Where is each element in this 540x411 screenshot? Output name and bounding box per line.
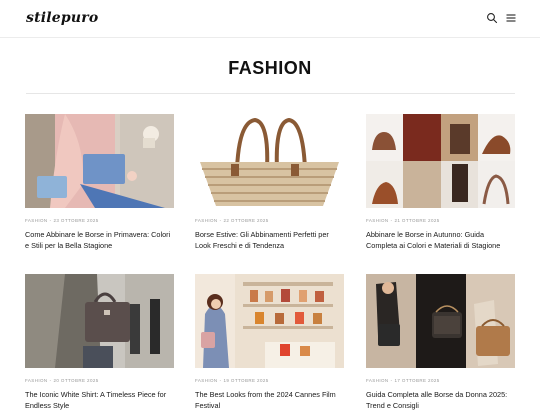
article-meta: FASHION -23 OTTOBRE 2025 bbox=[25, 218, 99, 223]
article-image[interactable] bbox=[25, 114, 174, 208]
article-image[interactable] bbox=[195, 274, 344, 368]
article-meta: FASHION -17 OTTOBRE 2025 bbox=[366, 378, 440, 383]
search-icon[interactable] bbox=[486, 12, 498, 24]
article-title[interactable]: The Iconic White Shirt: A Timeless Piece… bbox=[25, 389, 174, 411]
article-date: 21 OTTOBRE 2025 bbox=[394, 218, 440, 223]
article-date: 20 OTTOBRE 2025 bbox=[53, 378, 99, 383]
article-image[interactable] bbox=[366, 274, 515, 368]
article-title[interactable]: Come Abbinare le Borse in Primavera: Col… bbox=[25, 229, 174, 251]
article-category[interactable]: FASHION bbox=[25, 218, 48, 223]
article-meta: FASHION -22 OTTOBRE 2025 bbox=[195, 218, 269, 223]
article-meta: FASHION -21 OTTOBRE 2025 bbox=[366, 218, 440, 223]
article-image[interactable] bbox=[25, 274, 174, 368]
article-card[interactable]: FASHION -19 OTTOBRE 2025 The Best Looks f… bbox=[195, 274, 344, 411]
article-category[interactable]: FASHION bbox=[195, 378, 218, 383]
article-category[interactable]: FASHION bbox=[195, 218, 218, 223]
article-date: 23 OTTOBRE 2025 bbox=[53, 218, 99, 223]
article-category[interactable]: FASHION bbox=[25, 378, 48, 383]
article-image[interactable] bbox=[195, 114, 344, 208]
category-title: FASHION bbox=[228, 58, 312, 78]
article-card[interactable]: FASHION -23 OTTOBRE 2025 Come Abbinare le… bbox=[25, 114, 174, 251]
article-card[interactable]: FASHION -22 OTTOBRE 2025 Borse Estive: Gl… bbox=[195, 114, 344, 251]
article-card[interactable]: FASHION -17 OTTOBRE 2025 Guida Completa a… bbox=[366, 274, 515, 411]
article-title[interactable]: Guida Completa alle Borse da Donna 2025:… bbox=[366, 389, 515, 411]
site-logo[interactable]: stilepuro bbox=[26, 10, 98, 26]
article-title[interactable]: Abbinare le Borse in Autunno: Guida Comp… bbox=[366, 229, 515, 251]
article-title[interactable]: The Best Looks from the 2024 Cannes Film… bbox=[195, 389, 344, 411]
article-category[interactable]: FASHION bbox=[366, 378, 389, 383]
article-date: 22 OTTOBRE 2025 bbox=[223, 218, 269, 223]
article-date: 17 OTTOBRE 2025 bbox=[394, 378, 440, 383]
hamburger-menu-icon[interactable] bbox=[505, 12, 517, 24]
article-card[interactable]: FASHION -20 OTTOBRE 2025 The Iconic White… bbox=[25, 274, 174, 411]
article-card[interactable]: FASHION -21 OTTOBRE 2025 Abbinare le Bors… bbox=[366, 114, 515, 251]
article-meta: FASHION -19 OTTOBRE 2025 bbox=[195, 378, 269, 383]
article-date: 19 OTTOBRE 2025 bbox=[223, 378, 269, 383]
article-meta: FASHION -20 OTTOBRE 2025 bbox=[25, 378, 99, 383]
article-image[interactable] bbox=[366, 114, 515, 208]
site-header: stilepuro bbox=[0, 0, 540, 38]
title-divider bbox=[26, 93, 515, 94]
article-title[interactable]: Borse Estive: Gli Abbinamenti Perfetti p… bbox=[195, 229, 344, 251]
article-category[interactable]: FASHION bbox=[366, 218, 389, 223]
